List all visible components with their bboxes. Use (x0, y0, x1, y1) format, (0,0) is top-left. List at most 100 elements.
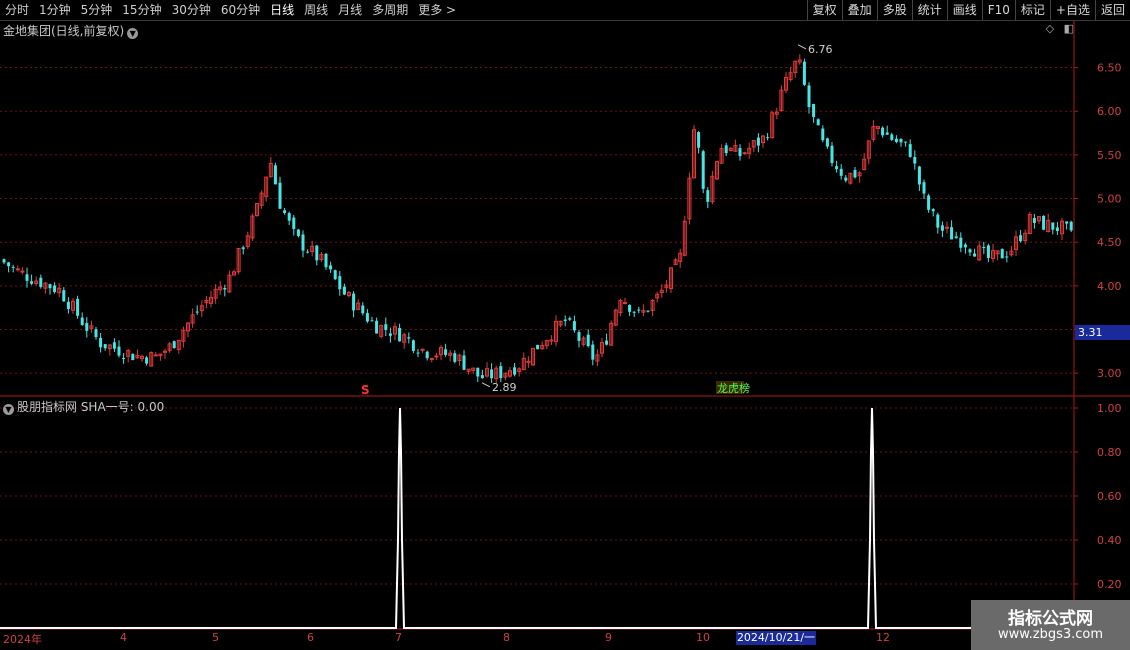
candle-body (278, 182, 282, 209)
candle-body (1042, 215, 1046, 230)
candle-body (1051, 222, 1055, 230)
candle-body (476, 367, 480, 377)
candle-body (324, 253, 328, 268)
candle-body (908, 144, 912, 157)
candle-body (839, 168, 843, 176)
candle-body (329, 265, 333, 270)
candle-body (899, 138, 903, 143)
candle-body (223, 287, 227, 290)
x-label: 8 (503, 631, 510, 644)
candle-body (20, 270, 25, 273)
x-label: 10 (696, 631, 710, 644)
candle-body (287, 213, 291, 221)
candle-body (370, 320, 374, 322)
y-tick-label: 1.00 (1097, 402, 1122, 415)
candle-body (315, 245, 319, 261)
x-label: 4 (120, 631, 127, 644)
candle-body (950, 227, 954, 240)
candle-body (881, 127, 885, 136)
candle-body (94, 329, 98, 338)
candle-body (890, 134, 894, 140)
candle-body (816, 119, 820, 126)
x-axis: 2024年 4 5 6 7 8 9 10 11 12 (0, 631, 1075, 646)
candle-body (936, 214, 940, 228)
candle-body (959, 237, 963, 248)
candle-body (632, 311, 636, 313)
candle-body (283, 210, 287, 214)
candle-body (591, 344, 595, 360)
candle-body (195, 311, 199, 313)
candle-body (724, 145, 728, 154)
watermark: 指标公式网 www.zbgs3.com (971, 600, 1130, 650)
chevron-down-icon[interactable]: ▼ (3, 404, 14, 415)
y-tick-label: 4.00 (1097, 280, 1122, 293)
stock-title[interactable]: 金地集团(日线,前复权) ▼ (3, 22, 139, 39)
candle-body (333, 270, 337, 280)
x-label: 2024年 (3, 633, 42, 646)
y-tick-label: 0.80 (1097, 446, 1122, 459)
candle-body (273, 165, 277, 185)
candle-body (913, 156, 917, 164)
y-tick-label: 4.50 (1097, 236, 1122, 249)
candle-body (904, 141, 908, 143)
candle-body (853, 170, 857, 178)
high-marker-line (797, 44, 807, 50)
candle-body (7, 262, 11, 267)
candle-body (526, 360, 531, 363)
cursor-date-badge: 2024/10/21/一 (736, 631, 816, 645)
candle-body (802, 61, 806, 85)
high-price-label: 6.76 (808, 43, 833, 56)
candle-body (25, 274, 29, 281)
candle-body (945, 226, 949, 229)
candle-body (122, 358, 126, 360)
x-label: 12 (876, 631, 890, 644)
candle-body (1055, 227, 1059, 232)
candle-body (499, 366, 503, 379)
candle-body (1019, 235, 1023, 242)
y-tick-label: 0.40 (1097, 534, 1122, 547)
diamond-icon[interactable]: ◇ (1046, 22, 1054, 35)
watermark-title: 指标公式网 (1008, 609, 1093, 629)
candle-body (145, 357, 149, 364)
candle-body (480, 375, 484, 379)
y-tick-label: 5.00 (1097, 193, 1122, 206)
candle-body (375, 320, 379, 334)
candle-body (894, 138, 898, 142)
candle-body (365, 313, 369, 322)
last-price-badge: 3.31 (1075, 325, 1130, 340)
candle-body (637, 309, 641, 311)
candle-body (572, 321, 576, 331)
candle-body (1005, 256, 1009, 258)
candle-body (342, 286, 346, 295)
candle-body (605, 340, 609, 345)
candle-body (53, 285, 57, 292)
candle-body (549, 339, 554, 342)
candle-body (628, 304, 632, 312)
candle-body (568, 318, 572, 320)
candle-body (536, 344, 540, 350)
candle-body (1065, 221, 1069, 224)
signal-s-marker[interactable]: S (361, 383, 370, 397)
dragon-tiger-badge[interactable]: 龙虎榜 (717, 381, 750, 395)
y-tick-label: 6.00 (1097, 105, 1122, 118)
candle-body (706, 190, 710, 202)
candle-body (954, 236, 958, 239)
candle-body (844, 177, 848, 181)
candle-body (931, 209, 935, 212)
candle-body (917, 166, 921, 185)
stock-title-text: 金地集团(日线,前复权) (3, 24, 125, 38)
candle-body (292, 217, 296, 229)
candle-body (701, 151, 705, 189)
candle-body (922, 182, 926, 194)
candle-body (398, 327, 402, 342)
indicator-title[interactable]: ▼ 股朋指标网 SHA一号: 0.00 (3, 398, 164, 415)
candle-body (39, 277, 43, 288)
candle-body (927, 195, 931, 210)
candle-body (885, 132, 889, 135)
chart-canvas[interactable]: 6.506.005.505.004.504.003.503.001.000.80… (0, 0, 1130, 650)
candle-body (76, 298, 80, 316)
panel-toggle-icon[interactable]: ◧ (1064, 22, 1074, 35)
chevron-down-icon[interactable]: ▼ (127, 28, 139, 39)
candle-body (586, 334, 590, 347)
candle-body (825, 138, 829, 147)
